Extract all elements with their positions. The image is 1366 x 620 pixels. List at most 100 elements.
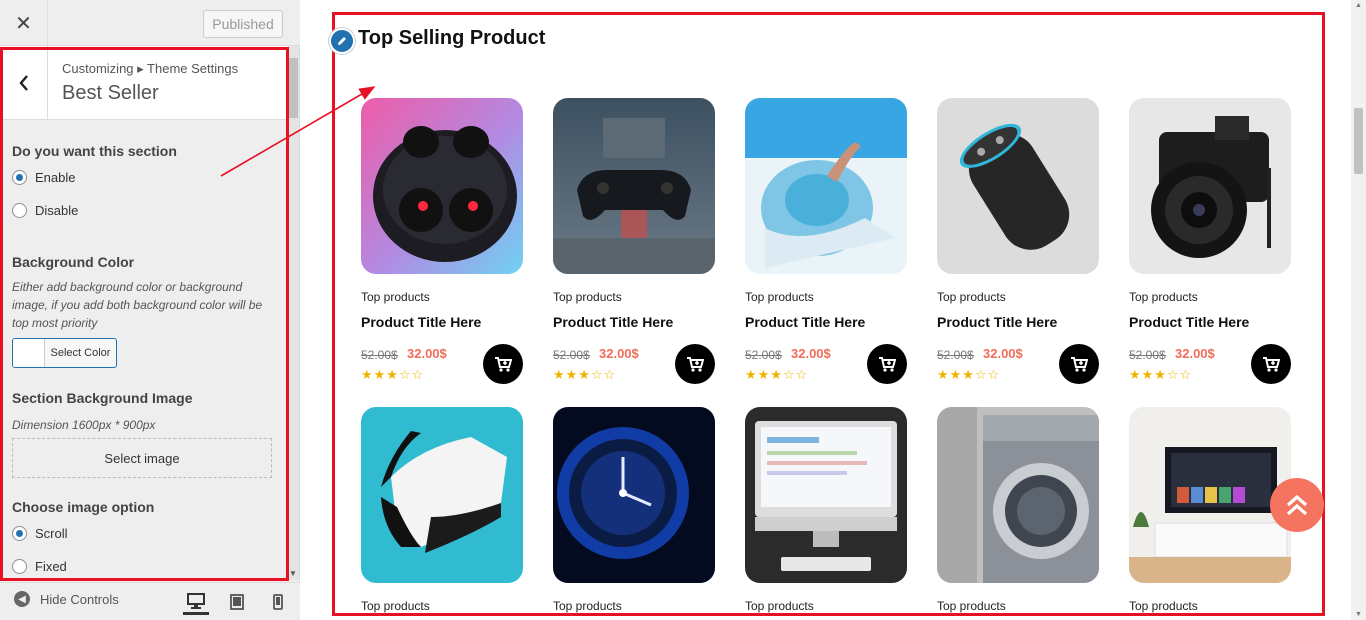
product-category[interactable]: Top products (361, 599, 430, 613)
add-to-cart-button[interactable] (483, 344, 523, 384)
background-image-description: Dimension 1600px * 900px (12, 418, 156, 432)
scroll-down-arrow-icon[interactable]: ▼ (1355, 611, 1362, 618)
close-icon: ✕ (15, 12, 32, 35)
site-preview: Top Selling Product Top products Product … (300, 0, 1366, 620)
sale-price: 32.00$ (1175, 346, 1215, 361)
edit-shortcut-button[interactable] (329, 28, 355, 54)
select-image-button[interactable]: Select image (12, 438, 272, 478)
add-to-cart-button[interactable] (1059, 344, 1099, 384)
enable-label: Enable (35, 170, 76, 185)
add-to-cart-button[interactable] (867, 344, 907, 384)
panel-scrollbar[interactable]: ▼ (288, 46, 299, 580)
earbuds-image[interactable] (361, 98, 523, 274)
product-card[interactable]: Top products Product Title Here 52.00$ 32.0… (745, 98, 907, 384)
product-card[interactable]: Top products (553, 407, 715, 613)
hide-controls-button[interactable]: ◀ Hide Controls (14, 591, 119, 607)
product-title[interactable]: Product Title Here (553, 314, 673, 330)
old-price: 52.00$ (745, 348, 782, 362)
old-price: 52.00$ (361, 348, 398, 362)
collapse-arrow-icon: ◀ (14, 591, 30, 607)
product-category[interactable]: Top products (1129, 599, 1198, 613)
scroll-down-arrow-icon[interactable]: ▼ (289, 569, 297, 578)
product-card[interactable]: Top products (1129, 407, 1291, 613)
cart-icon (687, 357, 704, 372)
smart-speaker-image[interactable] (937, 98, 1099, 274)
published-button[interactable]: Published (203, 10, 283, 38)
color-swatch (13, 339, 45, 367)
product-card[interactable]: Top products (361, 407, 523, 613)
section-toggle-heading: Do you want this section (12, 143, 177, 159)
background-color-description: Either add background color or backgroun… (12, 280, 263, 330)
tablet-icon (230, 594, 244, 610)
section-title: Top Selling Product (358, 27, 546, 49)
product-card[interactable]: Top products (937, 407, 1099, 613)
preview-scrollbar-thumb[interactable] (1354, 108, 1363, 174)
disable-radio[interactable] (12, 203, 27, 218)
scroll-up-arrow-icon[interactable]: ▲ (1355, 2, 1362, 9)
product-category[interactable]: Top products (745, 290, 814, 304)
select-color-button[interactable]: Select Color (12, 338, 117, 368)
star-rating: ★★★☆☆ (1129, 367, 1193, 382)
gamepad-image[interactable] (553, 98, 715, 274)
scroll-radio-option[interactable]: Scroll (12, 526, 68, 541)
product-card[interactable]: Top products Product Title Here 52.00$ 32.0… (937, 98, 1099, 384)
customizer-footer: ◀ Hide Controls (0, 582, 300, 620)
tablet-preview-button[interactable] (224, 589, 250, 615)
product-title[interactable]: Product Title Here (745, 314, 865, 330)
product-card[interactable]: Top products Product Title Here 52.00$ 32.0… (553, 98, 715, 384)
pencil-icon (338, 37, 346, 45)
disable-radio-option[interactable]: Disable (12, 203, 78, 218)
product-category[interactable]: Top products (745, 599, 814, 613)
mobile-preview-button[interactable] (265, 589, 291, 615)
breadcrumb: Customizing ▸ Theme Settings (62, 61, 239, 76)
product-card[interactable]: Top products Product Title Here 52.00$ 32.0… (361, 98, 523, 384)
star-rating: ★★★☆☆ (553, 367, 617, 382)
close-customizer-button[interactable]: ✕ (0, 0, 48, 46)
select-color-label: Select Color (50, 347, 111, 359)
washing-machine-image[interactable] (937, 407, 1099, 583)
double-chevron-up-icon (1286, 494, 1308, 516)
scroll-to-top-button[interactable] (1270, 478, 1324, 532)
beach-hat-image[interactable] (745, 98, 907, 274)
enable-radio-option[interactable]: Enable (12, 170, 75, 185)
cart-icon (879, 357, 896, 372)
panel-scrollbar-thumb[interactable] (289, 58, 298, 118)
panel-title: Best Seller (62, 82, 159, 104)
scroll-label: Scroll (35, 526, 68, 541)
product-category[interactable]: Top products (937, 290, 1006, 304)
desktop-computer-image[interactable] (745, 407, 907, 583)
sale-price: 32.00$ (599, 346, 639, 361)
vr-headset-image[interactable] (361, 407, 523, 583)
product-card[interactable]: Top products Product Title Here 52.00$ 32.0… (1129, 98, 1291, 384)
cart-icon (1071, 357, 1088, 372)
product-category[interactable]: Top products (553, 599, 622, 613)
back-button[interactable] (0, 46, 48, 120)
product-card[interactable]: Top products (745, 407, 907, 613)
product-category[interactable]: Top products (1129, 290, 1198, 304)
desktop-preview-button[interactable] (183, 589, 209, 615)
desktop-icon (187, 592, 205, 609)
fixed-label: Fixed (35, 559, 67, 574)
preview-scrollbar[interactable]: ▲ ▼ (1351, 0, 1366, 620)
old-price: 52.00$ (553, 348, 590, 362)
chevron-left-icon (18, 75, 28, 91)
scroll-radio[interactable] (12, 526, 27, 541)
product-category[interactable]: Top products (361, 290, 430, 304)
cart-icon (495, 357, 512, 372)
add-to-cart-button[interactable] (1251, 344, 1291, 384)
sale-price: 32.00$ (983, 346, 1023, 361)
product-title[interactable]: Product Title Here (937, 314, 1057, 330)
product-title[interactable]: Product Title Here (1129, 314, 1249, 330)
enable-radio[interactable] (12, 170, 27, 185)
fixed-radio[interactable] (12, 559, 27, 574)
camera-image[interactable] (1129, 98, 1291, 274)
television-image[interactable] (1129, 407, 1291, 583)
cart-icon (1263, 357, 1280, 372)
product-category[interactable]: Top products (553, 290, 622, 304)
product-category[interactable]: Top products (937, 599, 1006, 613)
section-settings-panel: Customizing ▸ Theme Settings Best Seller… (0, 46, 288, 582)
smartwatch-image[interactable] (553, 407, 715, 583)
product-title[interactable]: Product Title Here (361, 314, 481, 330)
add-to-cart-button[interactable] (675, 344, 715, 384)
fixed-radio-option[interactable]: Fixed (12, 559, 67, 574)
